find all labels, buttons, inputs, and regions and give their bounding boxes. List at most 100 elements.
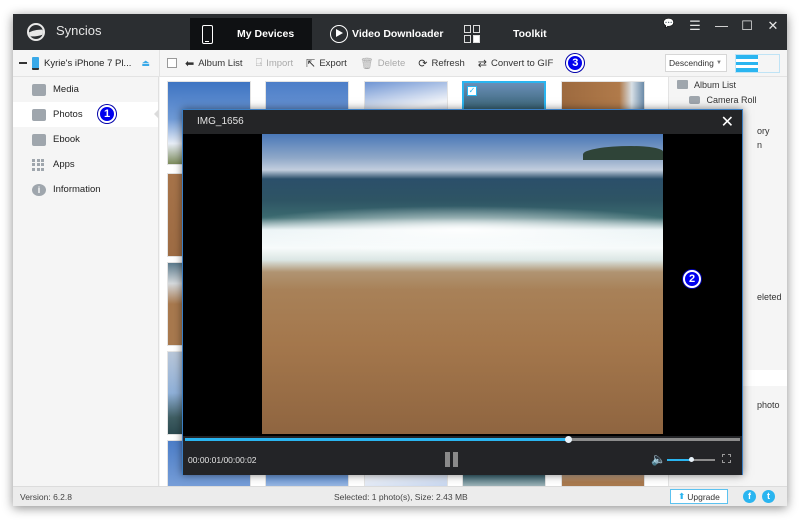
- tab-my-devices[interactable]: My Devices: [190, 18, 312, 50]
- menu-icon[interactable]: ☰: [689, 18, 701, 34]
- ebook-icon: [32, 133, 46, 146]
- volume-handle[interactable]: [689, 457, 694, 462]
- album-camera-roll[interactable]: Camera Roll: [689, 95, 757, 105]
- view-toggle: [735, 54, 780, 73]
- tab-label: My Devices: [237, 28, 295, 40]
- feedback-icon[interactable]: 💬: [663, 18, 675, 34]
- sidebar-item-label: Photos: [53, 109, 83, 120]
- convert-arrows-icon: ⇄: [477, 57, 487, 70]
- selection-info: Selected: 1 photo(s), Size: 2.43 MB: [334, 492, 468, 502]
- list-view-button[interactable]: [736, 55, 758, 72]
- video-player[interactable]: 2: [183, 134, 742, 436]
- minimize-button[interactable]: —: [715, 18, 728, 34]
- twitter-icon[interactable]: t: [762, 490, 775, 503]
- trash-icon: 🗑: [359, 57, 374, 70]
- export-label: Export: [319, 57, 347, 69]
- info-icon: i: [32, 183, 46, 196]
- checkbox-checked-icon[interactable]: ✓: [467, 86, 477, 96]
- import-button[interactable]: ⍈ Import: [256, 57, 294, 70]
- album-label: Camera Roll: [706, 95, 757, 105]
- upload-arrow-icon: ⬆: [678, 491, 686, 501]
- annotation-badge-1: 1: [98, 105, 116, 123]
- album-icon: [677, 80, 688, 89]
- video-preview-dialog: IMG_1656 ✕ 2 00:00:01/00:00:02 🔈: [182, 109, 743, 475]
- export-button[interactable]: ⇱ Export: [306, 57, 347, 70]
- import-label: Import: [266, 57, 294, 69]
- album-item-partial[interactable]: eleted: [757, 292, 782, 302]
- grid-view-button[interactable]: [758, 55, 780, 72]
- export-icon: ⇱: [306, 57, 316, 70]
- play-circle-icon: [330, 25, 348, 43]
- seek-bar[interactable]: [185, 436, 740, 443]
- close-icon[interactable]: ✕: [721, 112, 734, 132]
- refresh-button[interactable]: ⟳ Refresh: [418, 57, 464, 70]
- tab-video-downloader[interactable]: Video Downloader: [318, 18, 453, 50]
- sidebar: Media Photos 1 Ebook Apps i Information: [13, 77, 159, 486]
- dialog-title: IMG_1656: [197, 116, 244, 127]
- delete-button[interactable]: 🗑 Delete: [360, 57, 405, 70]
- sidebar-item-label: Information: [53, 184, 101, 195]
- close-button[interactable]: ✕: [767, 18, 779, 34]
- sidebar-item-media[interactable]: Media: [13, 77, 158, 102]
- device-phone-icon: [32, 56, 39, 70]
- album-list-button[interactable]: ⬅ Album List: [185, 57, 243, 70]
- tab-toolkit[interactable]: Toolkit: [458, 18, 568, 50]
- sidebar-item-label: Media: [53, 84, 79, 95]
- upgrade-button[interactable]: ⬆ Upgrade: [670, 489, 728, 504]
- collapse-icon[interactable]: [19, 62, 27, 64]
- pause-icon: [445, 452, 450, 467]
- toolbar: ⬅ Album List ⍈ Import ⇱ Export 🗑 Delete …: [159, 50, 787, 77]
- sidebar-item-photos[interactable]: Photos 1: [13, 102, 159, 127]
- album-item-partial[interactable]: photo: [757, 400, 780, 410]
- album-item-partial[interactable]: n: [757, 140, 762, 150]
- album-list-text: Album List: [694, 80, 737, 90]
- device-name: Kyrie's iPhone 7 Pl...: [44, 57, 132, 69]
- pause-button[interactable]: [445, 452, 458, 467]
- upgrade-label: Upgrade: [687, 491, 720, 502]
- import-icon: ⍈: [255, 56, 263, 69]
- app-title: Syncios: [56, 23, 102, 38]
- sidebar-item-ebook[interactable]: Ebook: [13, 127, 158, 152]
- eject-icon[interactable]: ⏏: [141, 58, 150, 69]
- volume-level: [667, 459, 691, 461]
- facebook-icon[interactable]: f: [743, 490, 756, 503]
- album-list-header[interactable]: Album List: [677, 80, 736, 90]
- phone-icon: [202, 24, 213, 44]
- sidebar-item-information[interactable]: i Information: [13, 177, 158, 202]
- maximize-button[interactable]: ☐: [741, 18, 753, 34]
- window-controls: 💬 ☰ — ☐ ✕: [663, 18, 779, 34]
- version-text: Version: 6.2.8: [20, 492, 72, 502]
- player-controls: 00:00:01/00:00:02 🔈: [183, 436, 742, 475]
- volume-slider[interactable]: [667, 457, 715, 462]
- media-icon: [32, 83, 46, 96]
- camera-icon: [689, 96, 700, 104]
- annotation-badge-2: 2: [683, 270, 701, 288]
- toolkit-grid-icon: [464, 25, 481, 43]
- grid-view-icon: [758, 59, 780, 68]
- refresh-icon: ⟳: [418, 57, 428, 70]
- status-bar: Version: 6.2.8 Selected: 1 photo(s), Siz…: [13, 486, 787, 506]
- photos-icon: [32, 108, 46, 121]
- delete-label: Delete: [377, 57, 406, 69]
- refresh-label: Refresh: [431, 57, 465, 69]
- island-shape: [583, 146, 663, 160]
- select-all-checkbox[interactable]: [167, 58, 177, 68]
- sidebar-item-label: Apps: [53, 159, 75, 170]
- sidebar-item-label: Ebook: [53, 134, 80, 145]
- sort-dropdown[interactable]: Descending ▼: [665, 54, 727, 72]
- seek-handle[interactable]: [564, 436, 572, 443]
- volume-icon[interactable]: 🔈: [651, 452, 666, 466]
- active-indicator: [154, 109, 159, 119]
- device-selector[interactable]: Kyrie's iPhone 7 Pl... ⏏: [13, 50, 159, 77]
- fullscreen-icon[interactable]: [722, 454, 731, 463]
- album-item-partial[interactable]: ory: [757, 126, 770, 136]
- sort-value: Descending: [669, 58, 714, 68]
- dialog-header: IMG_1656 ✕: [183, 110, 742, 134]
- sidebar-item-apps[interactable]: Apps: [13, 152, 158, 177]
- playback-time: 00:00:01/00:00:02: [188, 455, 257, 465]
- video-frame: [262, 134, 663, 434]
- apps-grid-icon: [32, 158, 46, 171]
- album-list-label: Album List: [198, 57, 243, 69]
- list-view-icon: [736, 59, 758, 68]
- convert-gif-button[interactable]: ⇄ Convert to GIF: [478, 57, 554, 70]
